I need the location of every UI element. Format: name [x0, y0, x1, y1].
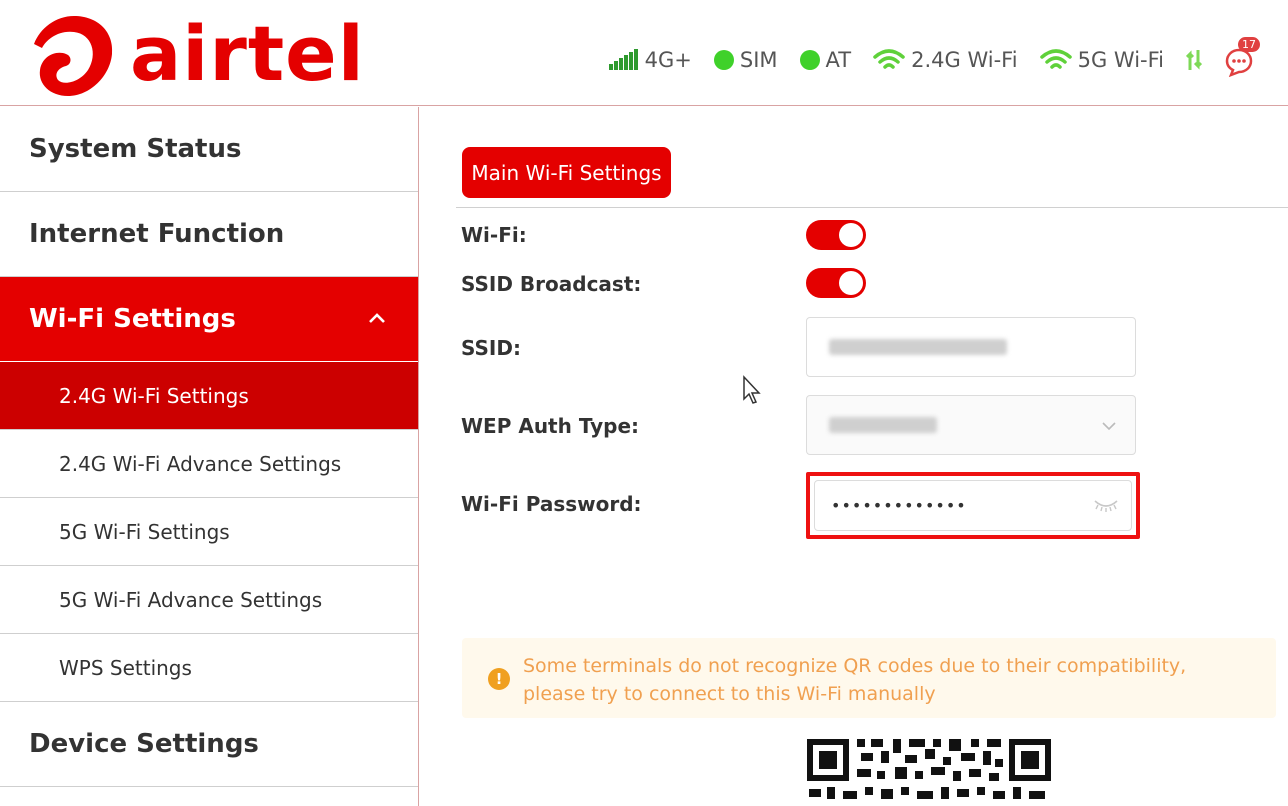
wifi-icon: [873, 49, 905, 69]
eye-closed-icon[interactable]: [1093, 497, 1119, 513]
wifi-label: Wi-Fi:: [461, 223, 527, 247]
sidebar-item-wps-settings[interactable]: WPS Settings: [0, 634, 418, 702]
sidebar: System Status Internet Function Wi-Fi Se…: [0, 107, 419, 806]
chevron-up-icon: [369, 313, 385, 323]
wifi5-label: 5G Wi-Fi: [1077, 48, 1164, 72]
sidebar-item-label: Wi-Fi Settings: [29, 304, 236, 334]
airtel-logo[interactable]: airtel: [28, 6, 364, 102]
password-value: •••••••••••••: [831, 496, 967, 515]
wep-auth-type-select[interactable]: [806, 395, 1136, 455]
sidebar-item-5g-wifi-settings[interactable]: 5G Wi-Fi Settings: [0, 498, 418, 566]
sidebar-item-label: System Status: [29, 134, 242, 164]
ssid-label: SSID:: [461, 336, 521, 360]
network-indicator: 4G+: [608, 48, 692, 72]
airtel-swirl-icon: [34, 16, 113, 96]
mouse-cursor-icon: [743, 375, 761, 404]
main-content: Main Wi-Fi Settings Wi-Fi: SSID Broadcas…: [420, 107, 1288, 806]
sidebar-item-device-settings[interactable]: Device Settings: [0, 702, 418, 787]
wifi24-indicator: 2.4G Wi-Fi: [873, 48, 1018, 72]
wifi-icon: [1039, 49, 1072, 69]
up-down-arrows-icon: [1186, 50, 1202, 70]
status-bar: 4G+ SIM AT 2.4G Wi-Fi 5G Wi-Fi 17: [587, 37, 1260, 80]
ssid-value-redacted: [829, 339, 1007, 355]
wifi-password-label: Wi-Fi Password:: [461, 492, 642, 516]
wifi5-indicator: 5G Wi-Fi: [1039, 48, 1164, 72]
sidebar-item-label: 5G Wi-Fi Advance Settings: [59, 587, 323, 612]
tab-divider: [456, 207, 1288, 208]
header: airtel 4G+ SIM AT 2.4G Wi-Fi 5G Wi-Fi 17: [0, 0, 1288, 106]
wifi-qr-code: [805, 735, 1053, 806]
sidebar-item-24g-wifi-settings[interactable]: 2.4G Wi-Fi Settings: [0, 362, 418, 430]
sidebar-item-label: 2.4G Wi-Fi Advance Settings: [59, 451, 342, 476]
sim-indicator: SIM: [713, 48, 778, 72]
sidebar-item-label: Internet Function: [29, 219, 285, 249]
qr-compatibility-notice: ! Some terminals do not recognize QR cod…: [462, 638, 1276, 718]
at-label: AT: [825, 48, 852, 72]
sidebar-item-label: 5G Wi-Fi Settings: [59, 519, 230, 544]
messages-button[interactable]: 17: [1224, 37, 1260, 77]
sidebar-item-wifi-settings[interactable]: Wi-Fi Settings: [0, 277, 418, 362]
at-status-icon: [799, 50, 820, 70]
qr-code-icon: [805, 735, 1053, 806]
data-transfer-indicator: [1186, 48, 1202, 72]
warning-icon: !: [488, 668, 510, 690]
message-count-badge: 17: [1238, 37, 1260, 52]
brand-name: airtel: [130, 9, 365, 98]
sim-label: SIM: [739, 48, 778, 72]
at-indicator: AT: [799, 48, 852, 72]
password-highlight-box: •••••••••••••: [806, 472, 1140, 539]
ssid-broadcast-label: SSID Broadcast:: [461, 272, 642, 296]
wep-auth-value-redacted: [829, 417, 937, 433]
network-type: 4G+: [644, 48, 692, 72]
sidebar-item-5g-wifi-advance-settings[interactable]: 5G Wi-Fi Advance Settings: [0, 566, 418, 634]
sidebar-item-label: WPS Settings: [59, 655, 192, 680]
signal-bars-icon: [608, 49, 639, 70]
tab-main-wifi-settings[interactable]: Main Wi-Fi Settings: [462, 147, 671, 198]
wifi-password-input[interactable]: •••••••••••••: [814, 480, 1132, 531]
sidebar-item-system-status[interactable]: System Status: [0, 107, 418, 192]
sidebar-item-24g-wifi-advance-settings[interactable]: 2.4G Wi-Fi Advance Settings: [0, 430, 418, 498]
wep-auth-type-label: WEP Auth Type:: [461, 414, 640, 438]
ssid-input[interactable]: [806, 317, 1136, 377]
chevron-down-icon: [1102, 422, 1116, 431]
notice-text: Some terminals do not recognize QR codes…: [523, 655, 1187, 705]
sidebar-item-label: 2.4G Wi-Fi Settings: [59, 383, 249, 408]
sim-status-icon: [713, 50, 734, 70]
wifi-toggle[interactable]: [806, 220, 866, 250]
wifi24-label: 2.4G Wi-Fi: [911, 48, 1018, 72]
sidebar-item-internet-function[interactable]: Internet Function: [0, 192, 418, 277]
ssid-broadcast-toggle[interactable]: [806, 268, 866, 298]
sidebar-item-label: Device Settings: [29, 729, 259, 759]
